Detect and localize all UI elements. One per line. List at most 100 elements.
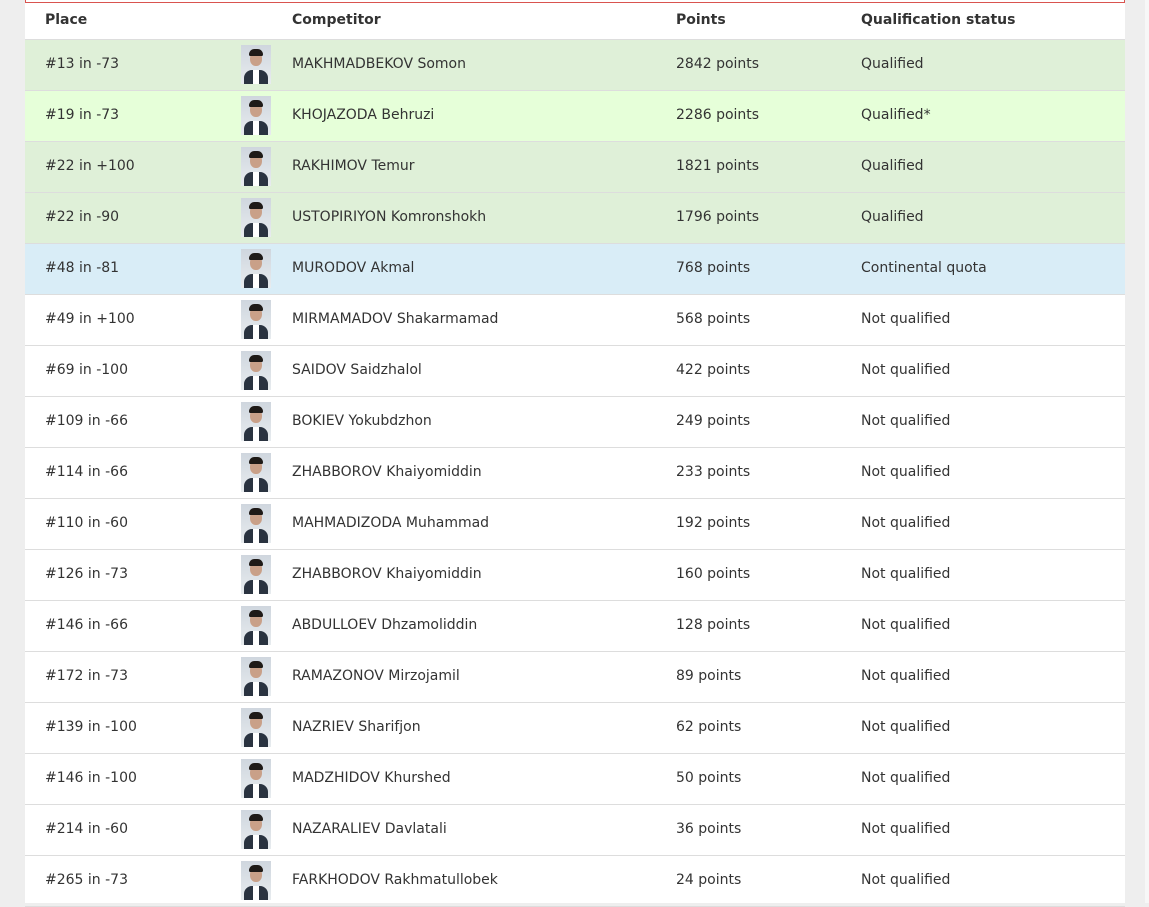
table-row[interactable]: #49 in +100 MIRMAMADOV Shakarmamad 568 poi…: [25, 295, 1125, 346]
place-cell: #172 in -73: [45, 668, 128, 684]
person-photo-icon[interactable]: [241, 453, 271, 492]
qualification-status: Not qualified: [861, 719, 951, 735]
points-cell: 36 points: [676, 821, 742, 837]
competitor-name-link[interactable]: FARKHODOV Rakhmatullobek: [292, 872, 498, 888]
qualification-status: Not qualified: [861, 311, 951, 327]
qualification-status: Not qualified: [861, 821, 951, 837]
place-cell: #139 in -100: [45, 719, 137, 735]
table-row[interactable]: #126 in -73 ZHABBOROV Khaiyomiddin 160 poi…: [25, 550, 1125, 601]
person-photo-icon[interactable]: [241, 657, 271, 696]
points-cell: 2286 points: [676, 107, 760, 123]
points-cell: 249 points: [676, 413, 751, 429]
qualification-status: Not qualified: [861, 515, 951, 531]
qualification-status: Qualified: [861, 209, 924, 225]
person-photo-icon[interactable]: [241, 759, 271, 798]
qualification-status: Not qualified: [861, 464, 951, 480]
points-cell: 50 points: [676, 770, 742, 786]
place-cell: #49 in +100: [45, 311, 135, 327]
person-photo-icon[interactable]: [241, 147, 271, 186]
points-cell: 89 points: [676, 668, 742, 684]
qualification-status: Qualified: [861, 56, 924, 72]
points-cell: 1796 points: [676, 209, 760, 225]
qualification-status: Not qualified: [861, 668, 951, 684]
competitor-name-link[interactable]: NAZARALIEV Davlatali: [292, 821, 447, 837]
qualification-status: Qualified: [861, 158, 924, 174]
person-photo-icon[interactable]: [241, 555, 271, 594]
competitor-name-link[interactable]: USTOPIRIYON Komronshokh: [292, 209, 486, 225]
place-cell: #22 in +100: [45, 158, 135, 174]
qualification-status: Not qualified: [861, 617, 951, 633]
competitor-name-link[interactable]: KHOJAZODA Behruzi: [292, 107, 434, 123]
competitor-name-link[interactable]: SAIDOV Saidzhalol: [292, 362, 422, 378]
header-points: Points: [676, 12, 726, 28]
place-cell: #22 in -90: [45, 209, 120, 225]
person-photo-icon[interactable]: [241, 351, 271, 390]
person-photo-icon[interactable]: [241, 861, 271, 900]
place-cell: #48 in -81: [45, 260, 120, 276]
points-cell: 233 points: [676, 464, 751, 480]
place-cell: #214 in -60: [45, 821, 128, 837]
points-cell: 192 points: [676, 515, 751, 531]
header-place: Place: [45, 12, 88, 28]
competitor-name-link[interactable]: RAMAZONOV Mirzojamil: [292, 668, 460, 684]
table-row[interactable]: #48 in -81 MURODOV Akmal 768 points Contine…: [25, 244, 1125, 295]
competitor-name-link[interactable]: MAHMADIZODA Muhammad: [292, 515, 489, 531]
points-cell: 422 points: [676, 362, 751, 378]
person-photo-icon[interactable]: [241, 300, 271, 339]
table-row[interactable]: #265 in -73 FARKHODOV Rakhmatullobek 24 po…: [25, 856, 1125, 907]
person-photo-icon[interactable]: [241, 96, 271, 135]
place-cell: #114 in -66: [45, 464, 128, 480]
scrollbar-track[interactable]: [1145, 0, 1149, 903]
table-row[interactable]: #110 in -60 MAHMADIZODA Muhammad 192 point…: [25, 499, 1125, 550]
competitor-name-link[interactable]: NAZRIEV Sharifjon: [292, 719, 421, 735]
place-cell: #13 in -73: [45, 56, 120, 72]
qualification-status: Not qualified: [861, 413, 951, 429]
table-row[interactable]: #13 in -73 MAKHMADBEKOV Somon 2842 points Q…: [25, 40, 1125, 91]
person-photo-icon[interactable]: [241, 249, 271, 288]
qualification-status: Qualified*: [861, 107, 931, 123]
competitor-name-link[interactable]: MIRMAMADOV Shakarmamad: [292, 311, 498, 327]
qualification-status: Continental quota: [861, 260, 987, 276]
points-cell: 768 points: [676, 260, 751, 276]
competitor-name-link[interactable]: MURODOV Akmal: [292, 260, 414, 276]
points-cell: 2842 points: [676, 56, 760, 72]
table-header: Place Competitor Points Qualification st…: [25, 3, 1125, 40]
points-cell: 1821 points: [676, 158, 760, 174]
points-cell: 160 points: [676, 566, 751, 582]
person-photo-icon[interactable]: [241, 402, 271, 441]
table-row[interactable]: #214 in -60 NAZARALIEV Davlatali 36 points…: [25, 805, 1125, 856]
table-row[interactable]: #146 in -66 ABDULLOEV Dhzamoliddin 128 poi…: [25, 601, 1125, 652]
points-cell: 568 points: [676, 311, 751, 327]
table-row[interactable]: #19 in -73 KHOJAZODA Behruzi 2286 points Qu…: [25, 91, 1125, 142]
qualification-status: Not qualified: [861, 362, 951, 378]
header-competitor: Competitor: [292, 12, 381, 28]
table-row[interactable]: #22 in +100 RAKHIMOV Temur 1821 points Qual…: [25, 142, 1125, 193]
table-row[interactable]: #146 in -100 MADZHIDOV Khurshed 50 points N…: [25, 754, 1125, 805]
competitor-name-link[interactable]: MAKHMADBEKOV Somon: [292, 56, 466, 72]
qualification-status: Not qualified: [861, 566, 951, 582]
competitor-name-link[interactable]: ZHABBOROV Khaiyomiddin: [292, 464, 482, 480]
person-photo-icon[interactable]: [241, 45, 271, 84]
table-body: #13 in -73 MAKHMADBEKOV Somon 2842 points Q…: [25, 40, 1125, 907]
competitor-name-link[interactable]: BOKIEV Yokubdzhon: [292, 413, 432, 429]
person-photo-icon[interactable]: [241, 198, 271, 237]
competitor-name-link[interactable]: ABDULLOEV Dhzamoliddin: [292, 617, 477, 633]
place-cell: #69 in -100: [45, 362, 128, 378]
person-photo-icon[interactable]: [241, 606, 271, 645]
competitor-name-link[interactable]: RAKHIMOV Temur: [292, 158, 415, 174]
competitor-name-link[interactable]: ZHABBOROV Khaiyomiddin: [292, 566, 482, 582]
points-cell: 128 points: [676, 617, 751, 633]
table-row[interactable]: #114 in -66 ZHABBOROV Khaiyomiddin 233 poi…: [25, 448, 1125, 499]
table-row[interactable]: #22 in -90 USTOPIRIYON Komronshokh 1796 po…: [25, 193, 1125, 244]
person-photo-icon[interactable]: [241, 810, 271, 849]
place-cell: #19 in -73: [45, 107, 120, 123]
table-row[interactable]: #69 in -100 SAIDOV Saidzhalol 422 points No…: [25, 346, 1125, 397]
header-status: Qualification status: [861, 12, 1016, 28]
table-row[interactable]: #109 in -66 BOKIEV Yokubdzhon 249 points No…: [25, 397, 1125, 448]
person-photo-icon[interactable]: [241, 708, 271, 747]
table-row[interactable]: #172 in -73 RAMAZONOV Mirzojamil 89 points…: [25, 652, 1125, 703]
place-cell: #146 in -100: [45, 770, 137, 786]
competitor-name-link[interactable]: MADZHIDOV Khurshed: [292, 770, 451, 786]
person-photo-icon[interactable]: [241, 504, 271, 543]
table-row[interactable]: #139 in -100 NAZRIEV Sharifjon 62 points No…: [25, 703, 1125, 754]
